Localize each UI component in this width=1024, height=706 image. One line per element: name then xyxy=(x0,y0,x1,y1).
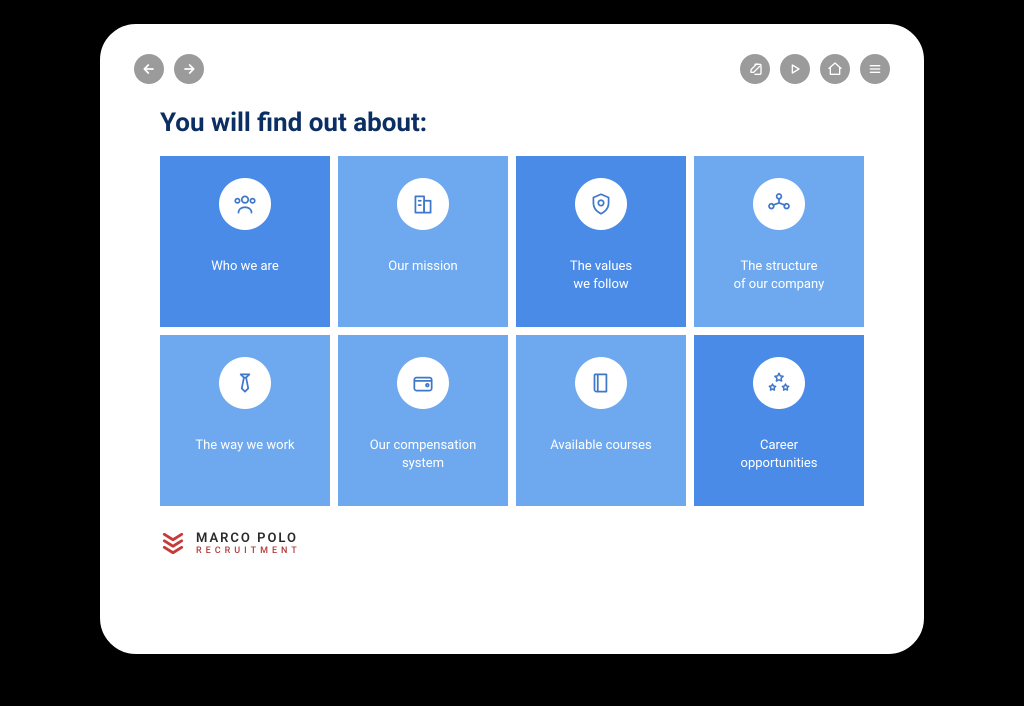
card-label: The structure of our company xyxy=(734,258,825,293)
card-label: Our compensation system xyxy=(370,437,477,472)
toolbar-right xyxy=(740,54,890,84)
stars-icon xyxy=(753,357,805,409)
toolbar xyxy=(112,36,912,92)
brand-logo: MARCO POLO RECRUITMENT xyxy=(160,530,864,556)
card-compensation[interactable]: Our compensation system xyxy=(338,335,508,506)
play-icon xyxy=(787,61,803,77)
share-icon xyxy=(753,178,805,230)
brand-text: MARCO POLO RECRUITMENT xyxy=(196,531,301,556)
tie-icon xyxy=(219,357,271,409)
forward-button[interactable] xyxy=(174,54,204,84)
menu-button[interactable] xyxy=(860,54,890,84)
edit-button[interactable] xyxy=(740,54,770,84)
book-icon xyxy=(575,357,627,409)
people-icon xyxy=(219,178,271,230)
card-label: The values we follow xyxy=(570,258,632,293)
shield-icon xyxy=(575,178,627,230)
card-courses[interactable]: Available courses xyxy=(516,335,686,506)
home-button[interactable] xyxy=(820,54,850,84)
card-career[interactable]: Career opportunities xyxy=(694,335,864,506)
page-title: You will find out about: xyxy=(160,108,864,138)
back-button[interactable] xyxy=(134,54,164,84)
menu-icon xyxy=(867,61,883,77)
arrow-left-icon xyxy=(141,61,157,77)
brand-name: MARCO POLO xyxy=(196,531,301,546)
toolbar-left xyxy=(134,54,204,84)
content: You will find out about: Who we are Our … xyxy=(112,92,912,642)
arrow-right-icon xyxy=(181,61,197,77)
edit-icon xyxy=(747,61,763,77)
card-grid: Who we are Our mission The values we fol… xyxy=(160,156,864,506)
building-icon xyxy=(397,178,449,230)
card-label: The way we work xyxy=(195,437,294,455)
card-our-mission[interactable]: Our mission xyxy=(338,156,508,327)
logo-chevrons-icon xyxy=(160,530,186,556)
brand-tagline: RECRUITMENT xyxy=(196,546,301,556)
screen: You will find out about: Who we are Our … xyxy=(112,36,912,642)
card-label: Available courses xyxy=(550,437,652,455)
tablet-frame: You will find out about: Who we are Our … xyxy=(100,24,924,654)
home-icon xyxy=(827,61,843,77)
card-label: Who we are xyxy=(211,258,278,276)
card-way-we-work[interactable]: The way we work xyxy=(160,335,330,506)
card-who-we-are[interactable]: Who we are xyxy=(160,156,330,327)
wallet-icon xyxy=(397,357,449,409)
card-label: Career opportunities xyxy=(741,437,818,472)
card-values[interactable]: The values we follow xyxy=(516,156,686,327)
card-label: Our mission xyxy=(388,258,457,276)
play-button[interactable] xyxy=(780,54,810,84)
card-structure[interactable]: The structure of our company xyxy=(694,156,864,327)
